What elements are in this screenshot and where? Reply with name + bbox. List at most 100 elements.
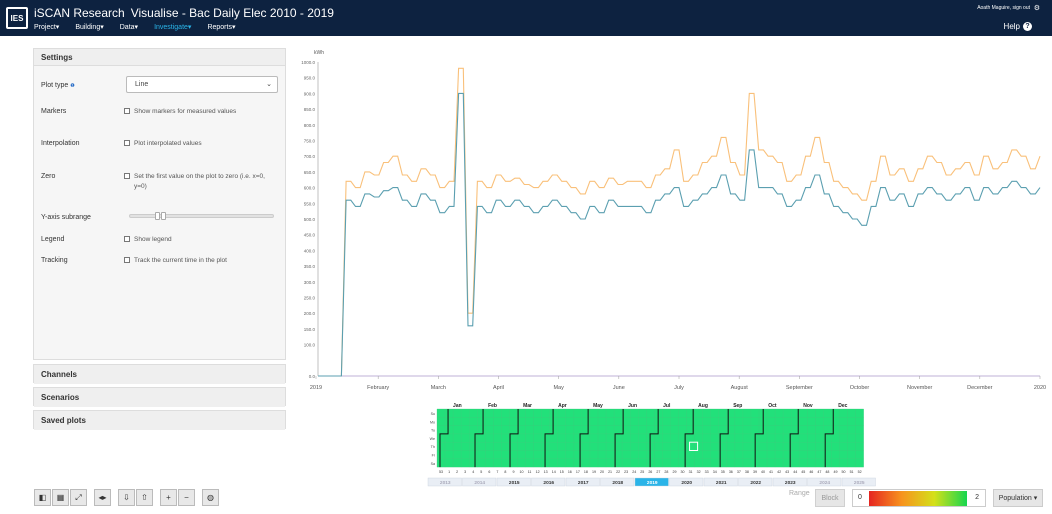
expand-icon[interactable]: ⤢ — [70, 489, 87, 506]
year-button — [531, 477, 566, 487]
menu-data[interactable]: Data▾ — [120, 23, 138, 31]
week-label: 18 — [584, 470, 588, 474]
settings-header[interactable]: Settings — [34, 49, 285, 66]
week-label: 46 — [809, 470, 813, 474]
week-label: 51 — [850, 470, 854, 474]
week-label: 49 — [833, 470, 837, 474]
y-tick-label: 600.0 — [304, 186, 316, 191]
week-label: 24 — [632, 470, 636, 474]
year-label: 2017 — [578, 480, 589, 486]
week-label: 6 — [488, 470, 490, 474]
year-button — [565, 477, 600, 487]
month-boundary — [439, 409, 449, 468]
top-bar: IES iSCAN Research Visualise - Bac Daily … — [0, 0, 1052, 36]
plot-type-select[interactable]: Line ⌄ — [126, 76, 278, 93]
y-tick-label: 200.0 — [304, 311, 316, 316]
year-label: 2014 — [474, 480, 485, 486]
scenarios-panel[interactable]: Scenarios — [33, 387, 286, 407]
x-tick-label: December — [967, 385, 993, 391]
channels-panel[interactable]: Channels — [33, 364, 286, 384]
database-icon[interactable]: ◍ — [202, 489, 219, 506]
week-label: 44 — [793, 470, 797, 474]
y-axis-subrange-slider[interactable] — [129, 212, 274, 220]
year-button — [600, 477, 635, 487]
legend-label: Legend — [41, 236, 65, 243]
week-label: 42 — [777, 470, 781, 474]
week-label: 28 — [664, 470, 668, 474]
help-icon[interactable]: ? — [1023, 22, 1032, 31]
y-axis-unit: kWh — [314, 50, 324, 56]
tracking-option[interactable]: Track the current time in the plot — [124, 257, 227, 264]
year-button — [427, 477, 462, 487]
week-label: 9 — [512, 470, 514, 474]
year-label: 2020 — [681, 480, 692, 486]
panel-toggle-icon[interactable]: ◧ — [34, 489, 51, 506]
markers-option[interactable]: Show markers for measured values — [124, 108, 236, 115]
month-label: Jan — [453, 403, 462, 409]
plot-type-label: Plot type ❶ — [41, 82, 75, 89]
month-boundary — [579, 409, 589, 468]
color-gradient — [869, 491, 967, 506]
y-tick-label: 100.0 — [304, 343, 316, 348]
chevron-down-icon: ⌄ — [266, 81, 272, 88]
week-label: 27 — [656, 470, 660, 474]
slider-handle-low[interactable] — [155, 212, 160, 220]
y-tick-label: 350.0 — [304, 264, 316, 269]
menu-reports[interactable]: Reports▾ — [207, 23, 235, 31]
markers-checkbox[interactable] — [124, 108, 130, 115]
month-label: Dec — [838, 403, 847, 409]
x-tick-label: July — [674, 385, 684, 391]
menu-project[interactable]: Project▾ — [34, 23, 59, 31]
week-label: 32 — [697, 470, 701, 474]
zoom-out-icon[interactable]: − — [178, 489, 195, 506]
gear-icon[interactable]: ⚙ — [1034, 4, 1040, 12]
scenarios-header[interactable]: Scenarios — [34, 388, 285, 407]
interpolation-checkbox[interactable] — [124, 140, 130, 147]
menu-investigate[interactable]: Investigate▾ — [154, 23, 191, 31]
tracking-checkbox[interactable] — [124, 257, 130, 264]
calendar-cells — [437, 409, 864, 468]
download-icon[interactable]: ⇩ — [118, 489, 135, 506]
week-label: 35 — [721, 470, 725, 474]
chart-svg[interactable]: kWh 0.0 100.0 150.0 200.0 250.0 300.0 350.0 400.… — [296, 42, 1048, 402]
slider-handle-high[interactable] — [161, 212, 166, 220]
month-label: Jun — [628, 403, 637, 409]
week-label: 7 — [496, 470, 498, 474]
interpolation-option[interactable]: Plot interpolated values — [124, 140, 202, 147]
week-label: 43 — [785, 470, 789, 474]
legend-option[interactable]: Show legend — [124, 236, 172, 243]
week-label: 34 — [713, 470, 717, 474]
user-signout[interactable]: Aoath Maguire, sign out — [977, 5, 1030, 11]
x-tick-label: November — [907, 385, 933, 391]
week-label: 31 — [689, 470, 693, 474]
week-label: 25 — [640, 470, 644, 474]
saved-plots-header[interactable]: Saved plots — [34, 411, 285, 430]
population-dropdown[interactable]: Population ▾ — [993, 489, 1043, 507]
zoom-in-icon[interactable]: + — [160, 489, 177, 506]
week-label: 19 — [592, 470, 596, 474]
y-tick-label: 900.0 — [304, 91, 316, 96]
year-button — [841, 477, 876, 487]
week-label: 5 — [480, 470, 482, 474]
block-button[interactable]: Block — [815, 489, 845, 507]
zero-label: Zero — [41, 173, 56, 180]
saved-plots-panel[interactable]: Saved plots — [33, 410, 286, 430]
calendar-icon[interactable]: ▦ — [52, 489, 69, 506]
year-button — [772, 477, 807, 487]
month-boundary — [719, 409, 729, 468]
zero-option[interactable]: Set the first value on the plot to zero … — [124, 173, 265, 180]
week-label: 13 — [544, 470, 548, 474]
year-button — [738, 477, 773, 487]
pan-icon[interactable]: ◂▸ — [94, 489, 111, 506]
menu-building[interactable]: Building▾ — [75, 23, 103, 31]
month-boundary — [544, 409, 554, 468]
legend-checkbox[interactable] — [124, 236, 130, 243]
energy-line-chart[interactable]: kWh 0.0 100.0 150.0 200.0 250.0 300.0 350.0 400.… — [296, 42, 1048, 402]
ies-logo[interactable]: IES — [6, 7, 28, 29]
range-button[interactable]: Range — [789, 490, 810, 497]
info-icon[interactable]: ❶ — [70, 83, 74, 89]
zero-checkbox[interactable] — [124, 173, 130, 180]
help-link[interactable]: Help — [1004, 22, 1020, 31]
upload-icon[interactable]: ⇧ — [136, 489, 153, 506]
channels-header[interactable]: Channels — [34, 365, 285, 384]
